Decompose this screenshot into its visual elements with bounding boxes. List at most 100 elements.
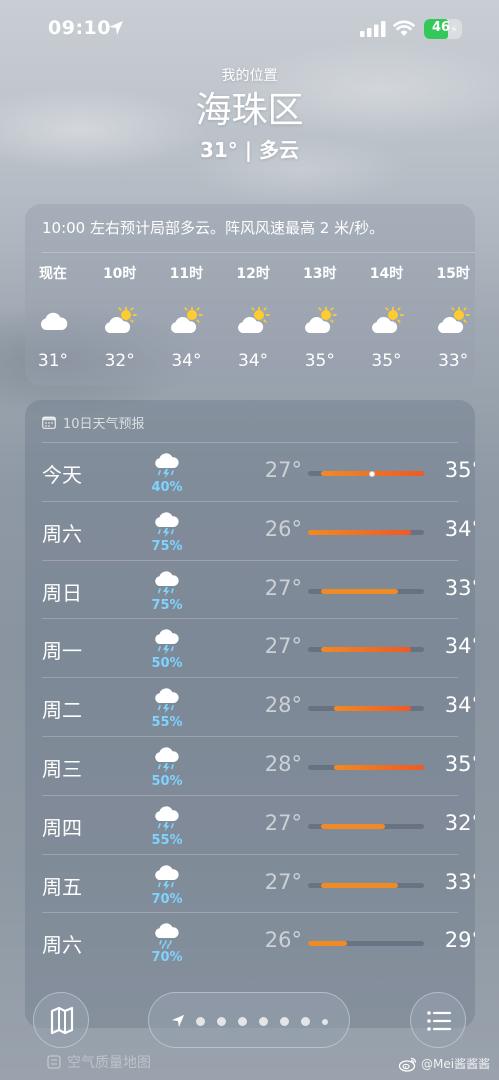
day-name: 周三 — [42, 757, 82, 781]
temp-range-track — [308, 941, 424, 947]
precipitation-chance: 75% — [151, 538, 183, 554]
hour-label: 15时 — [436, 266, 470, 282]
day-name: 周六 — [42, 933, 82, 958]
hourly-description: 10:00 左右预计局部多云。阵风风速最高 2 米/秒。 — [42, 219, 385, 237]
day-name: 周六 — [42, 521, 82, 546]
day-name: 今天 — [42, 463, 82, 487]
day-row[interactable]: 周一 50% 27° 34° — [42, 618, 475, 677]
page-dot[interactable] — [301, 1017, 310, 1026]
location-pager[interactable] — [148, 992, 350, 1048]
hourly-item: 15时 33° — [423, 264, 475, 372]
precipitation-chance: 55% — [151, 832, 183, 848]
page-dot[interactable] — [196, 1017, 205, 1026]
high-temp: 34° — [444, 516, 475, 541]
hour-temp: 34° — [171, 351, 202, 371]
precipitation-chance: 50% — [151, 774, 183, 789]
day-name: 周一 — [42, 639, 82, 664]
precipitation-chance: 40% — [151, 480, 183, 495]
temp-range-track — [308, 588, 424, 594]
temp-range-track — [308, 529, 424, 535]
ten-day-forecast-card[interactable]: 10日天气预报 今天 40% 27° 35° 周六 75% 26° 34° 周日 75% 27° 33… — [25, 400, 475, 1028]
day-row[interactable]: 周三 50% 28° 35° — [42, 736, 475, 795]
city-list-button[interactable] — [410, 992, 466, 1048]
hour-temp: 32° — [104, 351, 135, 371]
air-quality-map-label: 空气质量地图 — [67, 1055, 151, 1071]
hour-label: 10时 — [102, 266, 137, 282]
low-temp: 27° — [264, 810, 302, 835]
page-dot[interactable] — [259, 1017, 268, 1026]
hour-temp: 35° — [371, 351, 402, 371]
hour-temp: 31° — [37, 351, 69, 371]
temp-range-track — [308, 470, 424, 477]
hourly-item: 现在 31° — [25, 264, 83, 372]
page-dot[interactable] — [322, 1019, 328, 1025]
thunderstorm-icon — [152, 804, 182, 832]
hourly-item: 11时 34° — [156, 264, 216, 372]
thunderstorm-icon — [152, 686, 182, 714]
location-arrow-icon — [109, 21, 123, 35]
temp-range-track — [308, 706, 424, 712]
hour-label: 12时 — [236, 266, 270, 282]
high-temp: 32° — [444, 810, 475, 835]
page-dot[interactable] — [280, 1017, 289, 1026]
precipitation-chance: 50% — [151, 656, 183, 672]
watermark-text: @Mei酱酱酱 — [421, 1057, 491, 1071]
temp-range-bar — [320, 882, 399, 888]
temp-range-track — [308, 882, 424, 888]
hour-label: 现在 — [39, 266, 67, 282]
hour-label: 14时 — [369, 266, 404, 282]
day-name: 周五 — [42, 874, 82, 899]
day-row[interactable]: 周日 75% 27° 33° — [42, 559, 475, 619]
day-row[interactable]: 周二 55% 28° 34° — [42, 677, 475, 736]
day-name: 周二 — [42, 698, 82, 723]
calendar-icon — [42, 416, 56, 429]
temp-range-bar — [308, 941, 347, 947]
low-temp: 27° — [264, 869, 302, 894]
temp-range-bar — [308, 529, 412, 535]
day-name: 周日 — [42, 580, 82, 605]
day-row[interactable]: 周六 75% 26° 34° — [42, 500, 475, 560]
current-temp-dot — [369, 470, 376, 477]
hourly-forecast-card[interactable]: 10:00 左右预计局部多云。阵风风速最高 2 米/秒。 现在 31° 10时 32°… — [25, 204, 475, 386]
map-icon — [50, 1006, 74, 1035]
air-quality-icon — [47, 1055, 61, 1069]
high-temp: 34° — [444, 634, 475, 659]
air-quality-map-hint: 空气质量地图 — [47, 1052, 151, 1072]
current-summary: 31° | 多云 — [199, 138, 300, 162]
hourly-item: 14时 35° — [357, 264, 417, 372]
partly-sunny-icon — [436, 306, 471, 336]
day-row[interactable]: 周六 70% 26° 29° — [42, 912, 475, 971]
thunderstorm-icon — [152, 569, 182, 597]
low-temp: 28° — [264, 693, 302, 718]
ten-day-header: 10日天气预报 — [42, 412, 145, 432]
day-row[interactable]: 周四 55% 27° 32° — [42, 794, 475, 854]
divider — [42, 252, 475, 253]
low-temp: 27° — [264, 634, 302, 659]
hourly-list[interactable]: 现在 31° 10时 32° 11时 34° 12时 34° 13时 35° 14时 35° 15时 33… — [25, 264, 475, 384]
day-row[interactable]: 周五 70% 27° 33° — [42, 853, 475, 913]
partly-sunny-icon — [370, 306, 404, 336]
partly-sunny-icon — [103, 306, 137, 336]
wifi-icon — [393, 20, 415, 36]
charging-bolt-icon: ⚡ — [450, 23, 458, 36]
hourly-item: 12时 34° — [223, 264, 283, 372]
high-temp: 33° — [444, 575, 475, 600]
low-temp: 26° — [264, 928, 302, 953]
day-name: 周四 — [42, 815, 82, 840]
thunderstorm-icon — [152, 627, 182, 655]
temp-range-bar — [333, 765, 424, 770]
weibo-icon — [398, 1057, 417, 1072]
precipitation-chance: 70% — [151, 891, 183, 907]
partly-sunny-icon — [169, 306, 204, 336]
cellular-signal-icon — [360, 21, 386, 37]
hourly-item: 10时 32° — [90, 264, 150, 372]
map-button[interactable] — [33, 992, 89, 1048]
temp-range-bar — [320, 647, 412, 653]
thunderstorm-icon — [152, 745, 182, 773]
day-row[interactable]: 今天 40% 27° 35° — [42, 442, 475, 501]
precipitation-chance: 55% — [151, 715, 183, 731]
high-temp: 29° — [444, 928, 475, 953]
page-dot[interactable] — [238, 1017, 247, 1026]
status-bar: 09:10 46 ⚡ — [0, 0, 499, 56]
page-dot[interactable] — [217, 1017, 226, 1026]
